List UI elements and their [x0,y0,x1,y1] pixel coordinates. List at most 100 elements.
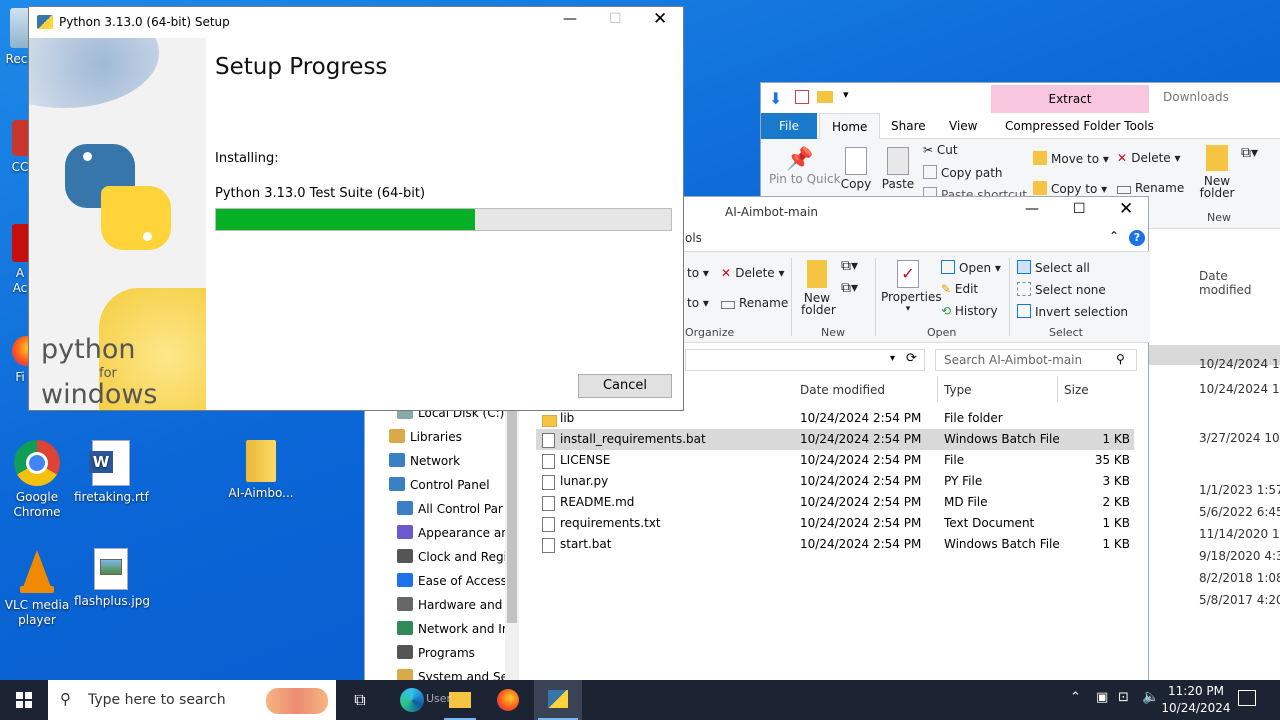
file-row[interactable]: start.bat 10/24/2024 2:54 PM Windows Batch… [536,534,1134,555]
desktop-icon-firetaking[interactable]: W firetaking.rtf [74,440,149,505]
desktop-icon-label: AI-Aimbo... [228,486,294,500]
volume-icon[interactable]: 🔈 [1142,689,1159,705]
file-row[interactable]: LICENSE 10/24/2024 2:54 PM File 35 KB [536,450,1134,471]
rename-button[interactable]: Rename [1117,181,1184,195]
cancel-button[interactable]: Cancel [578,374,672,398]
new-folder-quick-icon[interactable] [817,91,833,103]
collapse-ribbon-icon[interactable]: ⌃ [1109,229,1119,243]
start-button[interactable] [0,680,48,720]
extract-context-tab[interactable]: Extract [991,85,1149,113]
desktop-icon-aimbot-folder[interactable]: AI-Aimbo... [224,440,298,501]
customize-toolbar-icon[interactable]: ▾ [843,88,849,101]
select-none-button[interactable]: Select none [1017,282,1106,297]
file-date-cell: 10/24/2024 2:54 PM [800,474,922,488]
desktop-icon-vlc[interactable]: VLC media player [0,548,74,628]
address-bar[interactable]: ▾ ⟳ [685,349,925,371]
maximize-button[interactable]: ☐ [1073,201,1086,217]
device-icon[interactable]: ▣ [1096,690,1108,705]
file-explorer-icon[interactable]: User [426,680,484,720]
nav-item[interactable]: Network and Ir [397,621,507,636]
column-type[interactable]: Type [944,382,972,398]
ribbon-tab-fragment[interactable]: ols [685,231,702,245]
invert-selection-button[interactable]: Invert selection [1017,304,1128,319]
delete-button[interactable]: ✕ Delete ▾ [1117,151,1181,165]
nav-item[interactable]: Hardware and [397,597,502,612]
minimize-button[interactable]: — [563,11,577,27]
new-folder-button[interactable]: New folder [1197,145,1237,199]
clock-date: 10/24/2024 [1161,701,1231,715]
taskbar-search-box[interactable]: ⚲ Type here to search [48,680,336,720]
file-row[interactable]: install_requirements.bat 10/24/2024 2:54 … [536,429,1134,450]
python-setup-taskbar-icon[interactable] [534,680,582,720]
search-box[interactable]: Search AI-Aimbot-main ⚲ [935,349,1137,371]
open-button[interactable]: Open ▾ [941,260,1001,275]
nav-item[interactable]: Network [389,453,460,468]
move-to-button[interactable]: Move to ▾ [1033,151,1109,166]
task-view-icon[interactable]: ⧉ [336,680,384,720]
word-doc-icon: W [89,440,130,486]
file-row[interactable]: lunar.py 10/24/2024 2:54 PM PY File 3 KB [536,471,1134,492]
tab-compressed-folder-tools[interactable]: Compressed Folder Tools [993,113,1166,139]
edit-button[interactable]: ✎ Edit [941,282,978,296]
minimize-button[interactable]: — [1025,201,1039,217]
chrome-icon [14,440,60,486]
close-button[interactable]: ✕ [1119,199,1133,219]
new-folder-button[interactable]: New folder [801,260,836,316]
address-dropdown-icon[interactable]: ▾ [890,353,895,364]
python-setup-window[interactable]: Python 3.13.0 (64-bit) Setup — ☐ ✕ pytho… [28,6,684,411]
python-banner: python for windows [29,38,206,410]
tab-file[interactable]: File [761,113,817,139]
desktop-icon-chrome[interactable]: Google Chrome [0,440,74,520]
nav-item[interactable]: Appearance an [397,525,509,540]
paste-button[interactable]: Paste [881,147,915,191]
delete-button[interactable]: ✕ Delete ▾ [721,266,785,280]
properties-button[interactable]: ✓ Properties ▾ [881,260,942,314]
new-item-icon[interactable]: ⧉▾ [1241,145,1258,161]
setup-titlebar[interactable]: Python 3.13.0 (64-bit) Setup — ☐ ✕ [29,7,683,38]
clock[interactable]: 11:20 PM 10/24/2024 [1160,683,1232,717]
desktop-icon-flashplus[interactable]: flashplus.jpg [74,548,150,609]
select-all-button[interactable]: Select all [1017,260,1090,275]
quick-access-down-arrow-icon[interactable]: ⬇ [769,89,782,108]
history-button[interactable]: ⟲ History [941,304,998,318]
tab-view[interactable]: View [937,113,989,139]
file-row[interactable]: requirements.txt 10/24/2024 2:54 PM Text D… [536,513,1134,534]
firefox-icon[interactable] [484,680,532,720]
copy-to-button[interactable]: to ▾ [687,296,709,310]
column-date-modified[interactable]: Date modified [1199,269,1280,297]
search-input-placeholder[interactable]: Search AI-Aimbot-main [944,353,1082,367]
file-name-cell: start.bat [560,537,612,551]
help-icon[interactable]: ? [1129,230,1145,246]
rename-button[interactable]: Rename [721,296,788,310]
file-row[interactable]: lib 10/24/2024 2:54 PM File folder [536,408,1134,429]
copy-to-button[interactable]: Copy to ▾ [1033,181,1107,196]
nav-item[interactable]: All Control Par [397,501,503,516]
nav-item[interactable]: Ease of Access [397,573,507,588]
column-size[interactable]: Size [1064,382,1089,398]
properties-check-icon[interactable] [795,90,809,104]
close-button[interactable]: ✕ [653,9,667,29]
file-row[interactable]: README.md 10/24/2024 2:54 PM MD File 2 KB [536,492,1134,513]
cut-button[interactable]: ✂ Cut [923,143,958,157]
file-type-cell: Windows Batch File [944,432,1060,446]
pin-quick-access-button[interactable]: 📌 Pin to Quick [769,147,841,186]
column-date-modified[interactable]: Date modified [800,382,885,398]
nav-item[interactable]: Control Panel [389,477,490,492]
show-hidden-icons-icon[interactable]: ⌃ [1070,690,1081,705]
tab-share[interactable]: Share [879,113,938,139]
nav-item[interactable]: Programs [397,645,475,660]
nav-item[interactable]: Clock and Regi [397,549,507,564]
copy-path-button[interactable]: Copy path [923,165,1003,180]
refresh-icon[interactable]: ⟳ [906,351,917,366]
nav-item[interactable]: Libraries [389,429,462,444]
new-item-icon[interactable]: ⧉▾ [841,258,858,274]
taskbar-search-placeholder[interactable]: Type here to search [88,692,226,708]
move-to-button[interactable]: to ▾ [687,266,709,280]
tab-home[interactable]: Home [819,113,881,139]
nav-scrollbar[interactable] [505,403,519,687]
network-icon[interactable]: ⊡ [1118,690,1129,705]
easy-access-icon[interactable]: ⧉▾ [841,280,858,296]
notification-center-icon[interactable] [1238,690,1256,706]
copy-button[interactable]: Copy [839,147,873,191]
downloads-titlebar[interactable]: ⬇ ▾ Extract Downloads [761,83,1280,113]
